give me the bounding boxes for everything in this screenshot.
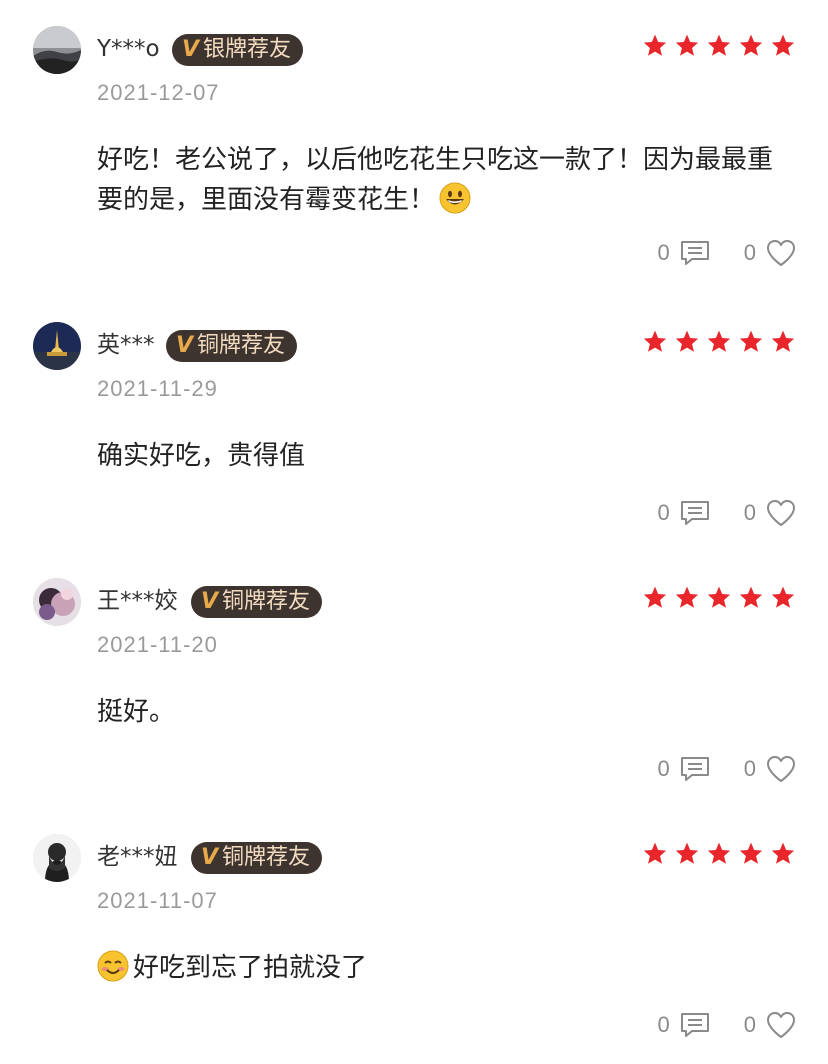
star-icon [771, 842, 795, 864]
star-icon [771, 34, 795, 56]
username: Y***o [97, 36, 160, 62]
grinning-face-icon [439, 182, 471, 214]
v-badge-icon: V [201, 845, 219, 870]
badge-label: 铜牌荐友 [197, 333, 286, 358]
star-icon [675, 330, 699, 352]
like-button[interactable]: 0 [744, 1011, 796, 1039]
star-icon [707, 34, 731, 56]
star-rating [642, 585, 796, 611]
like-button[interactable]: 0 [744, 499, 796, 527]
star-icon [739, 586, 763, 608]
review-item: 英*** V 铜牌荐友 2021-11-29 确实好吃，贵得值 0 0 [0, 296, 828, 552]
avatar[interactable] [33, 578, 81, 626]
star-icon [739, 330, 763, 352]
avatar[interactable] [33, 834, 81, 882]
review-date: 2021-11-20 [97, 632, 218, 657]
star-rating [642, 841, 796, 867]
review-text: 确实好吃，贵得值 [97, 436, 797, 476]
review-text: 好吃到忘了拍就没了 [97, 948, 797, 988]
like-button[interactable]: 0 [744, 239, 796, 267]
username: 英*** [97, 332, 155, 358]
heart-icon [767, 756, 795, 782]
comment-count: 0 [657, 500, 670, 525]
member-badge: V 铜牌荐友 [166, 330, 298, 362]
avatar[interactable] [33, 322, 81, 370]
star-icon [643, 330, 667, 352]
review-text-body: 好吃！老公说了，以后他吃花生只吃这一款了！因为最最重要的是，里面没有霉变花生！ [97, 145, 774, 215]
comment-button[interactable]: 0 [658, 756, 710, 782]
review-date: 2021-11-29 [97, 376, 218, 401]
star-icon [643, 842, 667, 864]
star-icon [675, 842, 699, 864]
heart-icon [767, 240, 795, 266]
star-icon [707, 330, 731, 352]
badge-label: 铜牌荐友 [222, 845, 311, 870]
like-count: 0 [743, 756, 756, 781]
star-rating [642, 329, 796, 355]
username: 老***妞 [97, 844, 178, 870]
comment-button[interactable]: 0 [658, 1012, 710, 1038]
username: 王***姣 [97, 588, 178, 614]
comment-icon [680, 501, 709, 525]
blushing-face-icon [97, 950, 129, 982]
review-date: 2021-11-07 [97, 888, 218, 913]
review-actions: 0 0 [658, 1010, 797, 1040]
member-badge: V 铜牌荐友 [191, 842, 323, 874]
comment-count: 0 [657, 240, 670, 265]
star-icon [707, 842, 731, 864]
like-count: 0 [743, 240, 756, 265]
star-icon [643, 586, 667, 608]
star-rating [642, 33, 796, 59]
review-item: 老***妞 V 铜牌荐友 2021-11-07 好吃到忘了拍就没了 0 0 [0, 808, 828, 1064]
like-count: 0 [743, 500, 756, 525]
review-actions: 0 0 [658, 754, 797, 784]
comment-icon [680, 241, 709, 265]
review-text: 好吃！老公说了，以后他吃花生只吃这一款了！因为最最重要的是，里面没有霉变花生！ [97, 140, 797, 220]
member-badge: V 银牌荐友 [172, 34, 304, 66]
star-icon [739, 842, 763, 864]
heart-icon [767, 500, 795, 526]
comment-count: 0 [657, 756, 670, 781]
like-count: 0 [743, 1012, 756, 1037]
v-badge-icon: V [176, 333, 194, 358]
review-date: 2021-12-07 [97, 80, 220, 105]
review-item: Y***o V 银牌荐友 2021-12-07 好吃！老公说了，以后他吃花生只吃… [0, 0, 828, 266]
star-icon [739, 34, 763, 56]
comment-icon [680, 757, 709, 781]
review-item: 王***姣 V 铜牌荐友 2021-11-20 挺好。 0 0 [0, 552, 828, 808]
comment-count: 0 [657, 1012, 670, 1037]
badge-label: 银牌荐友 [203, 37, 292, 62]
review-text-body: 确实好吃，贵得值 [97, 441, 306, 471]
badge-label: 铜牌荐友 [222, 589, 311, 614]
heart-icon [767, 1012, 795, 1038]
review-text-body: 好吃到忘了拍就没了 [133, 953, 368, 983]
star-icon [675, 586, 699, 608]
review-actions: 0 0 [658, 498, 797, 528]
v-badge-icon: V [201, 589, 219, 614]
review-text: 挺好。 [97, 692, 797, 732]
star-icon [771, 330, 795, 352]
review-actions: 0 0 [658, 238, 797, 268]
comment-icon [680, 1013, 709, 1037]
member-badge: V 铜牌荐友 [191, 586, 323, 618]
star-icon [643, 34, 667, 56]
star-icon [771, 586, 795, 608]
avatar[interactable] [33, 26, 81, 74]
review-text-body: 挺好。 [97, 697, 176, 727]
star-icon [675, 34, 699, 56]
like-button[interactable]: 0 [744, 755, 796, 783]
comment-button[interactable]: 0 [658, 500, 710, 526]
comment-button[interactable]: 0 [658, 240, 710, 266]
v-badge-icon: V [182, 37, 200, 62]
star-icon [707, 586, 731, 608]
